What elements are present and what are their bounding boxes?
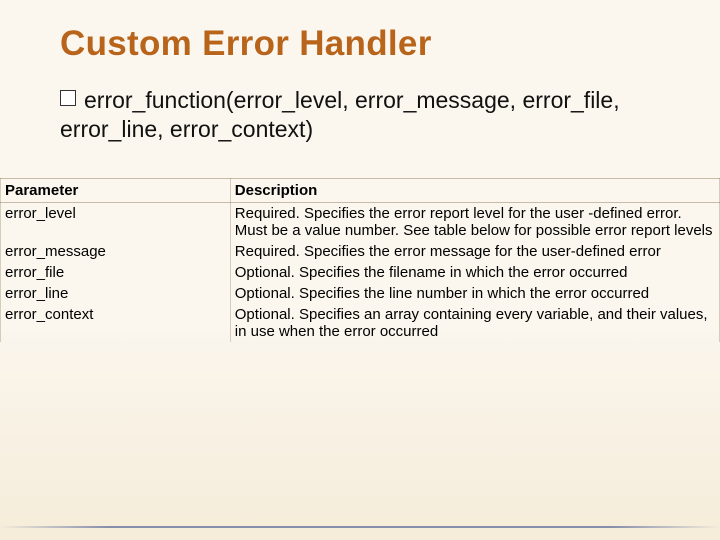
cell-param: error_context bbox=[1, 304, 231, 342]
cell-desc: Optional. Specifies an array containing … bbox=[230, 304, 719, 342]
table-row: error_file Optional. Specifies the filen… bbox=[1, 262, 720, 283]
cell-desc: Required. Specifies the error report lev… bbox=[230, 203, 719, 242]
bullet-text: error_function(error_level, error_messag… bbox=[60, 87, 620, 142]
table-row: error_level Required. Specifies the erro… bbox=[1, 203, 720, 242]
table-row: error_context Optional. Specifies an arr… bbox=[1, 304, 720, 342]
params-table: Parameter Description error_level Requir… bbox=[0, 178, 720, 342]
table-row: error_message Required. Specifies the er… bbox=[1, 241, 720, 262]
cell-desc: Optional. Specifies the line number in w… bbox=[230, 283, 719, 304]
header-description: Description bbox=[230, 179, 719, 203]
cell-desc: Optional. Specifies the filename in whic… bbox=[230, 262, 719, 283]
cell-param: error_level bbox=[1, 203, 231, 242]
header-parameter: Parameter bbox=[1, 179, 231, 203]
cell-param: error_message bbox=[1, 241, 231, 262]
bullet-icon bbox=[60, 90, 76, 106]
footer-divider bbox=[0, 526, 720, 528]
bullet-block: error_function(error_level, error_messag… bbox=[60, 86, 680, 144]
cell-param: error_line bbox=[1, 283, 231, 304]
table-row: error_line Optional. Specifies the line … bbox=[1, 283, 720, 304]
slide-title: Custom Error Handler bbox=[60, 24, 432, 64]
cell-desc: Required. Specifies the error message fo… bbox=[230, 241, 719, 262]
slide: Custom Error Handler error_function(erro… bbox=[0, 0, 720, 540]
table-header-row: Parameter Description bbox=[1, 179, 720, 203]
cell-param: error_file bbox=[1, 262, 231, 283]
